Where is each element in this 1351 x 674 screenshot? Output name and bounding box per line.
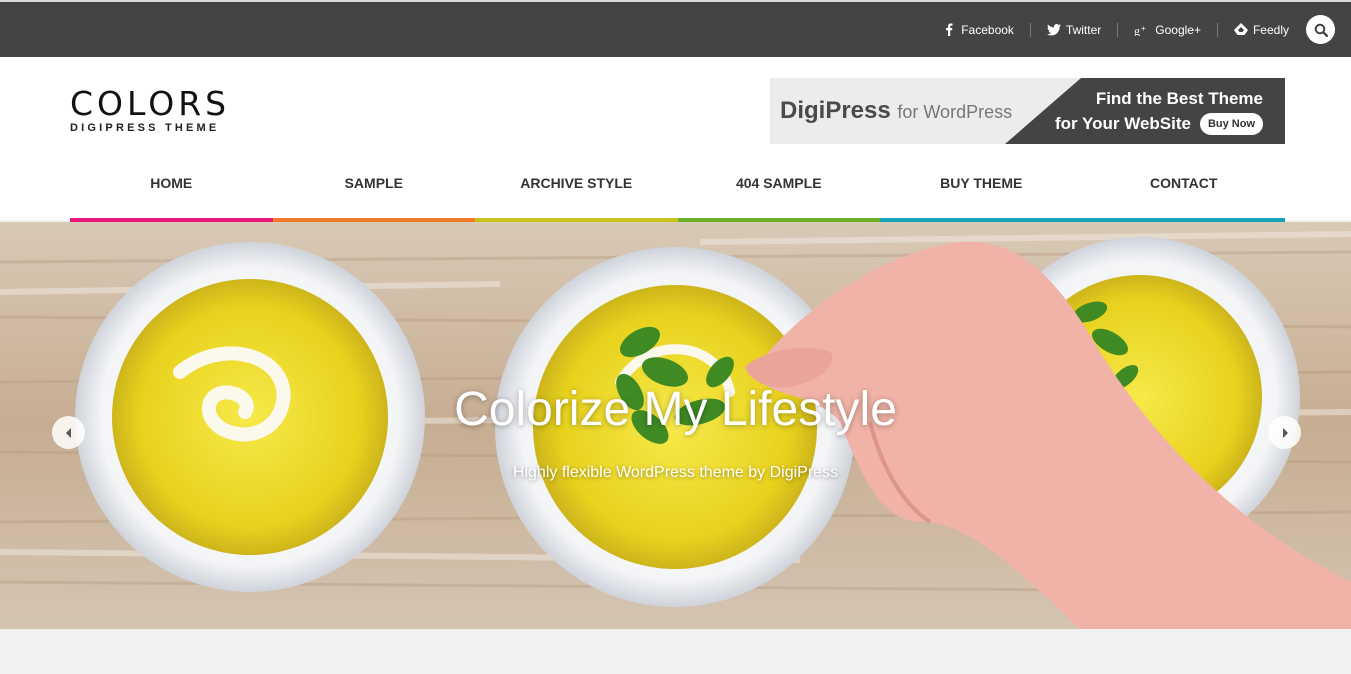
nav-label: ARCHIVE STYLE: [520, 175, 633, 191]
digipress-ad-banner[interactable]: DigiPress for WordPress Find the Best Th…: [770, 78, 1285, 144]
nav-label: 404 SAMPLE: [735, 175, 822, 191]
content-area: [0, 629, 1351, 674]
facebook-link[interactable]: Facebook: [942, 23, 1014, 37]
google-plus-label: Google+: [1155, 22, 1201, 37]
feedly-icon: [1233, 23, 1248, 37]
twitter-icon: [1046, 23, 1061, 37]
logo-subtitle: DIGIPRESS THEME: [70, 122, 220, 134]
banner-brand: DigiPress: [780, 97, 891, 124]
nav-item-contact[interactable]: CONTACT: [1082, 162, 1285, 224]
social-links: Facebook Twitter g + Google+ Feedly: [942, 2, 1335, 57]
nav-item-buy-theme[interactable]: BUY THEME: [880, 162, 1083, 224]
feedly-label: Feedly: [1252, 22, 1289, 37]
divider: [1117, 22, 1119, 37]
nav-item-home[interactable]: HOME: [70, 162, 273, 224]
banner-for-text: for WordPress: [897, 102, 1013, 122]
site-logo[interactable]: COLORS DIGIPRESS THEME: [70, 84, 250, 135]
divider: [1029, 22, 1031, 37]
facebook-label: Facebook: [961, 22, 1014, 37]
logo-title: COLORS: [70, 84, 231, 123]
hero-slider: Colorize My Lifestyle Highly flexible Wo…: [0, 222, 1351, 629]
slide-subtitle: Highly flexible WordPress theme by DigiP…: [512, 464, 839, 481]
feedly-link[interactable]: Feedly: [1233, 22, 1289, 37]
svg-text:+: +: [1141, 24, 1146, 33]
google-plus-link[interactable]: g + Google+: [1134, 23, 1201, 37]
buy-now-button[interactable]: Buy Now: [1199, 113, 1263, 135]
slider-prev-button[interactable]: [52, 416, 85, 449]
top-bar: Facebook Twitter g + Google+ Feedly: [0, 0, 1351, 57]
search-icon: [1314, 23, 1328, 37]
banner-headline: Find the Best Theme: [1095, 89, 1263, 108]
twitter-link[interactable]: Twitter: [1046, 22, 1102, 37]
slider-next-button[interactable]: [1268, 416, 1301, 449]
chevron-left-icon: [63, 427, 75, 439]
nav-label: SAMPLE: [344, 175, 403, 191]
chevron-right-icon: [1279, 427, 1291, 439]
nav-item-sample[interactable]: SAMPLE: [272, 162, 475, 224]
nav-label: CONTACT: [1150, 175, 1218, 191]
banner-brand-text: DigiPress for WordPress: [780, 97, 1012, 125]
google-plus-icon: g +: [1134, 23, 1150, 37]
search-button[interactable]: [1306, 15, 1335, 44]
slide-title: Colorize My Lifestyle: [454, 383, 897, 436]
nav-item-archive-style[interactable]: ARCHIVE STYLE: [475, 162, 678, 224]
nav-label: HOME: [150, 175, 193, 191]
svg-text:g: g: [1134, 24, 1140, 36]
divider: [1216, 22, 1218, 37]
main-nav: HOME SAMPLE ARCHIVE STYLE 404 SAMPLE BUY…: [70, 162, 1285, 224]
twitter-label: Twitter: [1065, 22, 1102, 37]
nav-label: BUY THEME: [940, 175, 1023, 191]
nav-item-404-sample[interactable]: 404 SAMPLE: [677, 162, 880, 224]
facebook-icon: [942, 23, 956, 37]
site-header: COLORS DIGIPRESS THEME DigiPress for Wor…: [0, 57, 1351, 224]
banner-subline: for Your WebSite: [1054, 114, 1191, 133]
